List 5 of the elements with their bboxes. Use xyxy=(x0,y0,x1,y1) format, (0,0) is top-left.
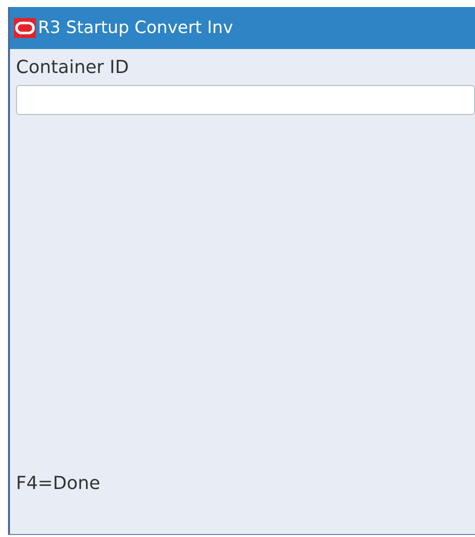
window-title: R3 Startup Convert Inv xyxy=(38,18,234,38)
input-field[interactable] xyxy=(16,85,475,115)
logo-icon xyxy=(14,18,36,38)
field-label: Container ID xyxy=(16,57,129,78)
key-hint: F4=Done xyxy=(16,473,100,494)
